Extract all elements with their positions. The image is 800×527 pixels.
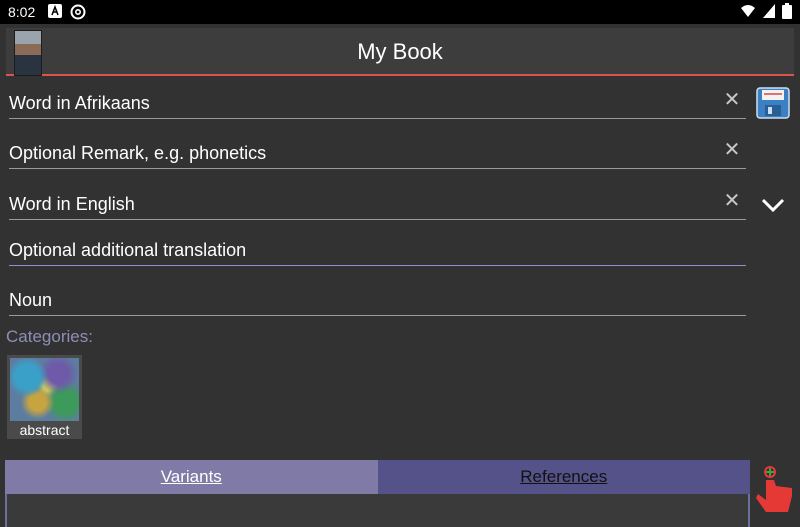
word-english-input[interactable]	[9, 191, 709, 217]
close-icon[interactable]: ✕	[722, 140, 742, 160]
close-icon[interactable]: ✕	[722, 191, 742, 211]
category-tile-abstract[interactable]: abstract	[7, 355, 82, 439]
word-afrikaans-field: ✕	[9, 84, 746, 119]
chevron-down-icon[interactable]	[760, 192, 786, 218]
word-type-field	[9, 281, 746, 316]
close-icon[interactable]: ✕	[722, 90, 742, 110]
remark-field: ✕	[9, 134, 746, 169]
word-english-field: ✕	[9, 185, 746, 220]
battery-icon	[782, 3, 792, 19]
tab-variants[interactable]: Variants	[5, 460, 378, 494]
additional-translation-input[interactable]	[9, 237, 709, 263]
status-bar: 8:02	[0, 0, 800, 24]
notification-a-icon	[48, 4, 62, 18]
page-title: My Book	[357, 39, 443, 64]
categories-label: Categories:	[6, 327, 93, 346]
tab-references[interactable]: References	[377, 460, 750, 494]
add-button[interactable]	[752, 460, 796, 522]
tab-content	[5, 494, 750, 527]
wifi-icon	[741, 5, 755, 17]
category-name: abstract	[19, 422, 70, 438]
save-button[interactable]	[756, 87, 790, 119]
word-type-input[interactable]	[9, 287, 709, 313]
status-time: 8:02	[8, 4, 36, 20]
remark-input[interactable]	[9, 140, 709, 166]
category-image	[10, 358, 79, 421]
hand-plus-icon	[756, 466, 792, 512]
word-afrikaans-input[interactable]	[9, 90, 709, 116]
app-bar: My Book	[6, 28, 794, 76]
tab-bar: Variants References	[5, 460, 750, 494]
signal-icon	[763, 4, 775, 18]
additional-translation-field	[9, 231, 746, 266]
notification-at-icon	[70, 4, 86, 20]
